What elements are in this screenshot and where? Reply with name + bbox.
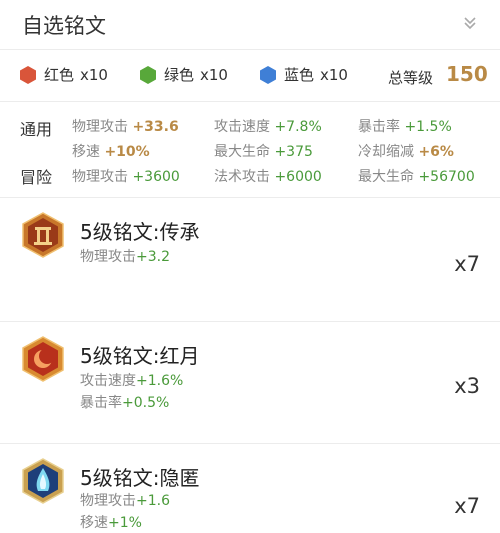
chevron-down-icon[interactable] — [460, 13, 480, 33]
stat-general-physical-attack: 物理攻击 +33.6 — [72, 119, 179, 135]
total-level-value: 150 — [446, 62, 488, 86]
inscription-effect: 物理攻击+3.2 — [80, 249, 170, 265]
inscription-effect: 攻击速度+1.6% — [80, 373, 184, 389]
stat-general-max-hp: 最大生命 +375 — [214, 144, 313, 160]
inscription-quantity: x7 — [454, 252, 480, 276]
blue-count: 蓝色 x10 — [260, 64, 348, 85]
inscription-item-red-moon[interactable]: 5级铭文:红月 攻击速度+1.6% 暴击率+0.5% x3 — [0, 322, 500, 444]
inscription-name: 5级铭文:隐匿 — [80, 466, 200, 490]
color-summary: 红色 x10 绿色 x10 蓝色 x10 总等级 150 — [0, 50, 500, 102]
green-count-value: x10 — [200, 65, 228, 84]
header: 自选铭文 — [0, 0, 500, 50]
blue-label: 蓝色 — [284, 66, 315, 84]
red-count: 红色 x10 — [20, 64, 108, 85]
inscription-name: 5级铭文:传承 — [80, 220, 200, 244]
inscription-effect: 物理攻击+1.6 — [80, 493, 170, 509]
red-count-value: x10 — [80, 65, 108, 84]
general-section-label: 通用 — [20, 120, 53, 139]
stat-general-attack-speed: 攻击速度 +7.8% — [214, 119, 322, 135]
stat-adventure-magic-attack: 法术攻击 +6000 — [214, 169, 322, 185]
inscription-item-inheritance[interactable]: 5级铭文:传承 物理攻击+3.2 x7 — [0, 198, 500, 322]
red-hexagon-icon — [20, 65, 36, 84]
blue-hexagon-icon — [260, 65, 276, 84]
green-hexagon-icon — [140, 65, 156, 84]
green-label: 绿色 — [164, 66, 195, 84]
stat-adventure-physical-attack: 物理攻击 +3600 — [72, 169, 180, 185]
stat-adventure-max-hp: 最大生命 +56700 — [358, 169, 475, 185]
adventure-section-label: 冒险 — [20, 168, 53, 187]
inscription-quantity: x3 — [454, 374, 480, 398]
inscription-effect: 移速+1% — [80, 515, 142, 531]
total-level-label: 总等级 — [388, 69, 434, 87]
green-count: 绿色 x10 — [140, 64, 228, 85]
inscription-item-stealth[interactable]: 5级铭文:隐匿 物理攻击+1.6 移速+1% x7 — [0, 444, 500, 533]
inscription-name: 5级铭文:红月 — [80, 344, 200, 368]
stats-panel: 通用 冒险 物理攻击 +33.6 攻击速度 +7.8% 暴击率 +1.5% 移速… — [0, 102, 500, 198]
red-label: 红色 — [44, 66, 75, 84]
stat-general-move-speed: 移速 +10% — [72, 144, 150, 160]
blue-count-value: x10 — [320, 65, 348, 84]
stealth-rune-icon — [22, 458, 64, 504]
inscription-effect: 暴击率+0.5% — [80, 395, 170, 411]
stat-general-crit-rate: 暴击率 +1.5% — [358, 119, 452, 135]
inheritance-rune-icon — [22, 212, 64, 258]
stat-general-cooldown: 冷却缩减 +6% — [358, 144, 454, 160]
page-title: 自选铭文 — [22, 14, 106, 38]
inscription-quantity: x7 — [454, 494, 480, 518]
red-moon-rune-icon — [22, 336, 64, 382]
